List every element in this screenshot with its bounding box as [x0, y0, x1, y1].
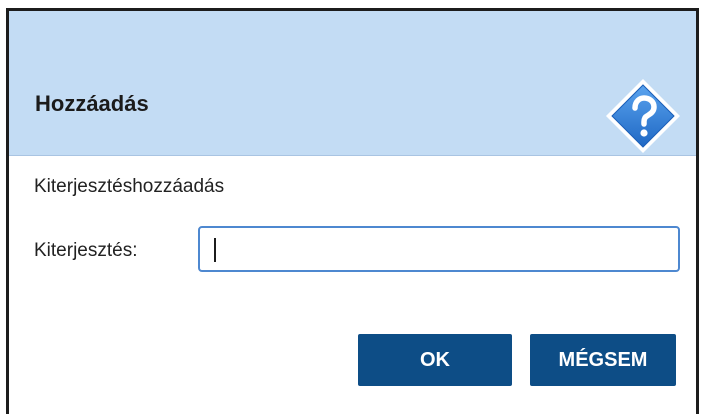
help-question-icon: [604, 77, 682, 155]
cancel-button[interactable]: MÉGSEM: [530, 334, 676, 386]
dialog-border-right: [696, 8, 699, 414]
text-caret: [214, 238, 216, 262]
extension-input[interactable]: [200, 228, 678, 270]
dialog-header: Hozzáadás: [9, 11, 696, 156]
add-extension-dialog: Hozzáadás Kiterjesztéshozzáadás Kiterjes…: [0, 0, 702, 414]
dialog-title: Hozzáadás: [35, 91, 149, 116]
extension-field-label: Kiterjesztés:: [34, 240, 138, 261]
ok-button[interactable]: OK: [358, 334, 512, 386]
dialog-message: Kiterjesztéshozzáadás: [34, 176, 225, 197]
extension-input-container[interactable]: [198, 226, 680, 272]
